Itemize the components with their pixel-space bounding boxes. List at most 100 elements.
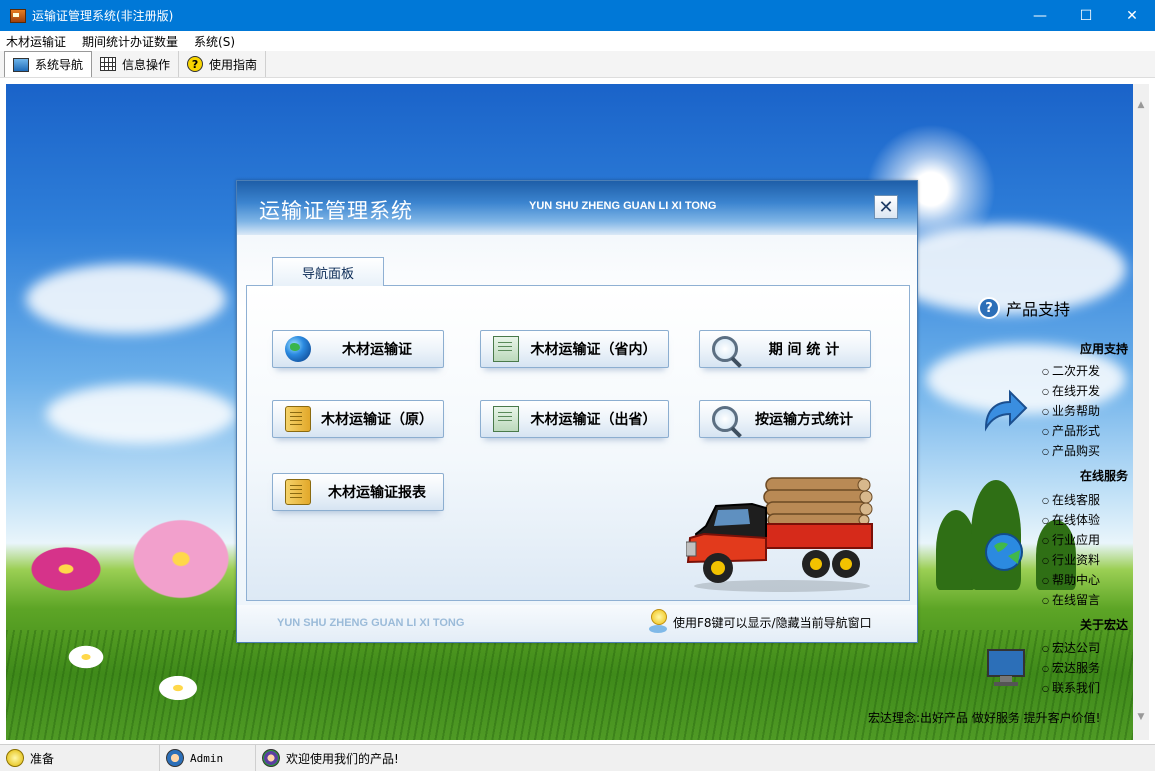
online-service-heading: 在线服务 — [1079, 469, 1128, 483]
about-heading: 关于宏达 — [1079, 618, 1128, 632]
flower-image — [156, 674, 200, 702]
period-statistics-button[interactable]: 期 间 统 计 — [699, 330, 871, 368]
close-window-button[interactable]: ✕ — [1109, 0, 1155, 31]
timber-transport-label: 木材运输证 — [342, 342, 412, 358]
vertical-scrollbar[interactable]: ▲ ▼ — [1133, 84, 1149, 740]
transport-mode-statistics-button[interactable]: 按运输方式统计 — [699, 400, 871, 438]
period-statistics-label: 期 间 统 计 — [768, 342, 840, 358]
footer-tip: 使用F8键可以显示/隐藏当前导航窗口 — [649, 609, 872, 635]
timber-transport-report-button[interactable]: 木材运输证报表 — [272, 473, 444, 511]
link-services[interactable]: 宏达服务 — [1042, 659, 1100, 679]
close-icon: ✕ — [878, 196, 894, 218]
maximize-button[interactable]: ☐ — [1063, 0, 1109, 31]
link-product-purchase[interactable]: 产品购买 — [1042, 442, 1100, 462]
link-contact-us[interactable]: 联系我们 — [1042, 679, 1100, 699]
globe-icon — [285, 336, 311, 362]
about-list: 宏达公司 宏达服务 联系我们 — [1042, 639, 1100, 699]
status-bulb-icon — [6, 749, 24, 767]
question-icon: ? — [978, 297, 1000, 319]
timber-transport-out-province-button[interactable]: 木材运输证（出省） — [480, 400, 669, 438]
link-online-trial[interactable]: 在线体验 — [1042, 511, 1100, 531]
cloud-image — [46, 384, 236, 444]
scroll-icon — [285, 406, 311, 432]
footer-tip-text: 使用F8键可以显示/隐藏当前导航窗口 — [673, 615, 872, 630]
timber-transport-original-label: 木材运输证（原） — [321, 412, 433, 428]
timber-transport-button[interactable]: 木材运输证 — [272, 330, 444, 368]
link-industry-materials[interactable]: 行业资料 — [1042, 551, 1100, 571]
timber-transport-in-province-label: 木材运输证（省内） — [530, 342, 657, 358]
link-business-help[interactable]: 业务帮助 — [1042, 402, 1100, 422]
magnifier-icon — [712, 406, 738, 432]
product-support-label: 产品支持 — [1006, 300, 1071, 319]
app-support-list: 二次开发 在线开发 业务帮助 产品形式 产品购买 — [1042, 362, 1100, 462]
dialog-title: 运输证管理系统 — [259, 199, 413, 223]
menu-period-statistics[interactable]: 期间统计办证数量 — [74, 33, 186, 50]
log-truck-image — [686, 477, 873, 592]
message-cell: 欢迎使用我们的产品! — [256, 745, 1155, 771]
help-icon: ? — [187, 56, 204, 72]
flower-image — [66, 644, 106, 670]
app-truck-icon — [10, 8, 26, 23]
timber-transport-out-province-label: 木材运输证（出省） — [530, 412, 657, 428]
tab-navigation-panel[interactable]: 导航面板 — [272, 257, 384, 286]
document-icon — [493, 406, 519, 432]
dialog-footer: YUN SHU ZHENG GUAN LI XI TONG 使用F8键可以显示/… — [237, 605, 917, 642]
tree-image — [936, 510, 976, 590]
info-operation-button[interactable]: 信息操作 — [92, 51, 180, 77]
scroll-down-icon[interactable]: ▼ — [1136, 712, 1146, 722]
company-slogan: 宏达理念:出好产品 做好服务 提升客户价值! — [868, 711, 1101, 725]
user-name: Admin — [190, 751, 224, 765]
dialog-close-button[interactable]: ✕ — [874, 195, 898, 219]
timber-transport-report-label: 木材运输证报表 — [328, 485, 426, 501]
menu-bar: 木材运输证 期间统计办证数量 系统(S) — [0, 31, 1155, 51]
user-guide-label: 使用指南 — [209, 57, 258, 72]
minimize-button[interactable]: — — [1017, 0, 1063, 31]
timber-transport-in-province-button[interactable]: 木材运输证（省内） — [480, 330, 669, 368]
link-industry-application[interactable]: 行业应用 — [1042, 531, 1100, 551]
link-help-center[interactable]: 帮助中心 — [1042, 571, 1100, 591]
status-text: 准备 — [30, 751, 55, 766]
system-navigation-button[interactable]: 系统导航 — [4, 51, 93, 77]
grid-icon — [100, 57, 117, 71]
toolbar: 系统导航 信息操作 ? 使用指南 — [0, 51, 1155, 78]
link-secondary-development[interactable]: 二次开发 — [1042, 362, 1100, 382]
monitor-icon — [13, 57, 29, 72]
status-cell: 准备 — [0, 745, 160, 771]
title-bar: 运输证管理系统(非注册版) — ☐ ✕ — [0, 0, 1155, 31]
transport-mode-statistics-label: 按运输方式统计 — [755, 412, 853, 428]
user-icon — [166, 749, 184, 767]
window-controls: — ☐ ✕ — [1017, 0, 1155, 31]
dialog-header: 运输证管理系统 YUN SHU ZHENG GUAN LI XI TONG ✕ — [237, 181, 917, 235]
dialog-subtitle: YUN SHU ZHENG GUAN LI XI TONG — [529, 200, 717, 212]
menu-timber-transport[interactable]: 木材运输证 — [0, 33, 74, 50]
info-operation-label: 信息操作 — [122, 57, 171, 72]
magnifier-icon — [712, 336, 738, 362]
status-bar: 准备 Admin 欢迎使用我们的产品! — [0, 744, 1155, 771]
arrow-icon — [984, 389, 1028, 432]
users-icon — [262, 749, 280, 767]
app-support-heading: 应用支持 — [1079, 342, 1128, 356]
footer-pinyin: YUN SHU ZHENG GUAN LI XI TONG — [277, 617, 465, 629]
user-cell: Admin — [160, 745, 256, 771]
user-guide-button[interactable]: ? 使用指南 — [179, 51, 267, 77]
welcome-message: 欢迎使用我们的产品! — [286, 751, 399, 766]
link-company[interactable]: 宏达公司 — [1042, 639, 1100, 659]
globe-refresh-icon — [985, 533, 1023, 571]
timber-transport-original-button[interactable]: 木材运输证（原） — [272, 400, 444, 438]
link-online-development[interactable]: 在线开发 — [1042, 382, 1100, 402]
link-product-form[interactable]: 产品形式 — [1042, 422, 1100, 442]
menu-system[interactable]: 系统(S) — [186, 33, 243, 50]
scroll-up-icon[interactable]: ▲ — [1136, 100, 1146, 110]
flower-image — [26, 544, 106, 594]
window-title: 运输证管理系统(非注册版) — [32, 9, 174, 23]
computer-monitor-icon — [987, 649, 1025, 686]
product-support-title: ? 产品支持 — [978, 296, 1070, 320]
system-navigation-label: 系统导航 — [35, 58, 84, 72]
online-service-list: 在线客服 在线体验 行业应用 行业资料 帮助中心 在线留言 — [1042, 491, 1100, 611]
link-online-message[interactable]: 在线留言 — [1042, 591, 1100, 611]
flower-image — [126, 514, 236, 604]
lightbulb-icon — [649, 609, 667, 635]
cloud-image — [26, 264, 226, 334]
document-icon — [493, 336, 519, 362]
link-online-support[interactable]: 在线客服 — [1042, 491, 1100, 511]
